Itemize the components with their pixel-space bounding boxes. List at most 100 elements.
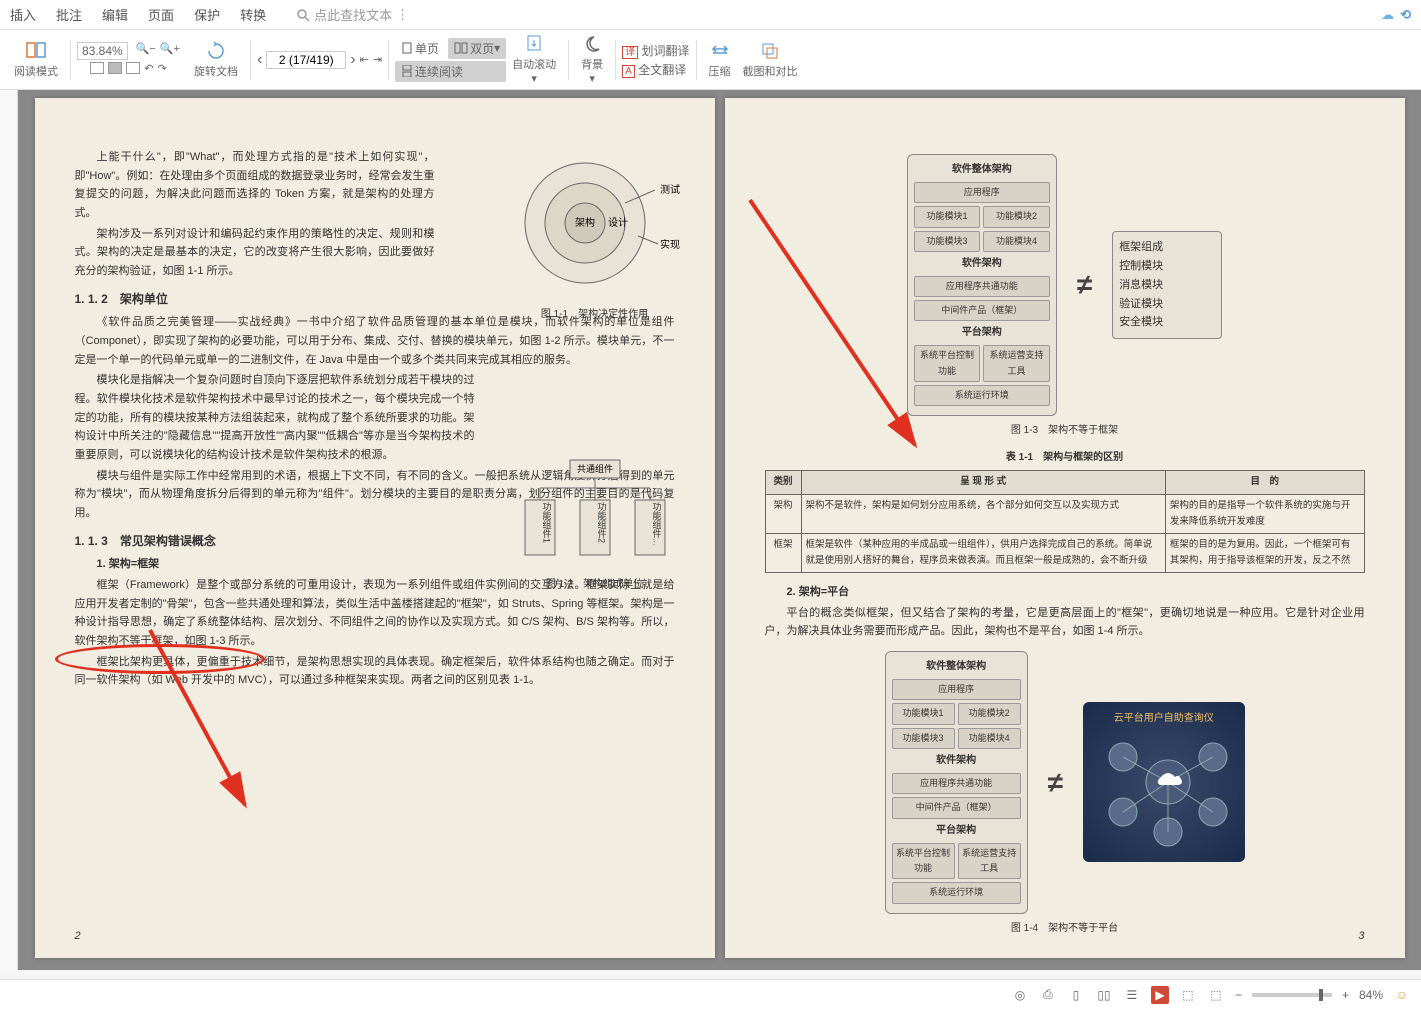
actual-size-icon[interactable] — [126, 62, 140, 74]
view-continuous-icon[interactable]: ☰ — [1123, 986, 1141, 1004]
rotate-label: 旋转文档 — [194, 63, 238, 79]
search-placeholder: 点此查找文本 — [314, 5, 392, 24]
emoji-icon[interactable]: ☺ — [1393, 986, 1411, 1004]
word-translate-button[interactable]: 译 划词翻译 — [622, 42, 689, 59]
page-left: 上能干什么"，即"What"，而处理方式指的是"技术上如何实现"，即"How"。… — [35, 98, 715, 958]
play-icon[interactable]: ▶ — [1151, 986, 1169, 1004]
body-text: 架构涉及一系列对设计和编码起约束作用的策略性的决定、规则和模式。架构的决定是最基… — [75, 225, 435, 281]
prev-page-icon[interactable]: ‹ — [257, 51, 262, 69]
continuous-icon — [401, 65, 413, 77]
double-page-button[interactable]: 双页▾ — [448, 38, 506, 59]
toolbar: 阅读模式 83.84% 🔍− 🔍+ ↶ ↷ 旋转文档 ‹ › ⇤ ⇥ 单页 双页… — [0, 30, 1421, 90]
zoom-in-icon[interactable]: 🔍+ — [160, 42, 180, 60]
share-icon[interactable]: ⟲ — [1400, 7, 1411, 23]
side-panel-strip[interactable] — [0, 90, 18, 970]
rotate-icon — [206, 41, 226, 61]
search-box[interactable]: 点此查找文本 ⋮ — [296, 5, 409, 24]
svg-text:共通组件: 共通组件 — [576, 463, 612, 474]
menu-annotate[interactable]: 批注 — [56, 5, 82, 24]
fit-page-icon[interactable] — [108, 62, 122, 74]
table-1-1: 类别呈 现 形 式目 的 架构架构不是软件，架构是如何划分应用系统，各个部分如何… — [765, 470, 1365, 573]
status-icon[interactable]: ⎙ — [1039, 986, 1057, 1004]
table-title: 表 1-1 架构与框架的区别 — [765, 449, 1365, 466]
fig-caption: 图 1-3 架构不等于框架 — [765, 422, 1365, 439]
zoom-slider[interactable] — [1252, 993, 1332, 997]
zoom-percent[interactable]: 84% — [1359, 988, 1383, 1002]
compress-icon — [710, 41, 730, 61]
document-area[interactable]: 上能干什么"，即"What"，而处理方式指的是"技术上如何实现"，即"How"。… — [0, 90, 1421, 970]
continuous-button[interactable]: 连续阅读 — [395, 61, 506, 82]
fig-caption: 图 1-4 架构不等于平台 — [765, 920, 1365, 937]
svg-text:设计: 设计 — [608, 216, 628, 229]
rotate-left-icon[interactable]: ↶ — [144, 62, 153, 75]
zoom-value[interactable]: 83.84% — [77, 42, 128, 60]
first-page-icon[interactable]: ⇤ — [360, 53, 369, 66]
figure-1-4: 软件整体架构 应用程序 功能模块1功能模块2 功能模块3功能模块4 软件架构 应… — [885, 651, 1245, 913]
continuous-label: 连续阅读 — [415, 63, 463, 80]
fit-width-icon[interactable] — [90, 62, 104, 74]
double-label: 双页 — [470, 40, 494, 57]
rotate-button[interactable]: 旋转文档 — [188, 39, 244, 81]
read-mode-icon — [25, 41, 47, 61]
cloud-platform-diagram: 云平台用户自助查询仪 — [1083, 702, 1244, 862]
body-text: 平台的概念类似框架，但又结合了架构的考量，它是更高层面上的"框架"，更确切地说是… — [765, 604, 1365, 641]
page-number: 2 — [75, 927, 81, 946]
zoom-out-icon[interactable]: − — [1235, 988, 1242, 1002]
body-text: 上能干什么"，即"What"，而处理方式指的是"技术上如何实现"，即"How"。… — [75, 148, 435, 223]
single-label: 单页 — [415, 40, 439, 57]
not-equal-icon: ≠ — [1077, 261, 1092, 309]
fit-icon[interactable]: ⬚ — [1179, 986, 1197, 1004]
menu-convert[interactable]: 转换 — [240, 5, 266, 24]
last-page-icon[interactable]: ⇥ — [373, 53, 382, 66]
menu-bar: 插入 批注 编辑 页面 保护 转换 点此查找文本 ⋮ ☁ ⟲ — [0, 0, 1421, 30]
background-button[interactable]: 背景▾ — [575, 32, 609, 87]
status-icon[interactable]: ◎ — [1011, 986, 1029, 1004]
page-input[interactable] — [266, 51, 346, 69]
single-page-button[interactable]: 单页 — [395, 38, 445, 59]
full-trans-label: 全文翻译 — [638, 63, 686, 77]
full-translate-button[interactable]: A 全文翻译 — [622, 61, 689, 78]
rotate-right-icon[interactable]: ↷ — [157, 62, 166, 75]
menu-insert[interactable]: 插入 — [10, 5, 36, 24]
svg-text:实现: 实现 — [660, 238, 680, 251]
figure-1-3: 软件整体架构 应用程序 功能模块1功能模块2 功能模块3功能模块4 软件架构 应… — [885, 154, 1245, 416]
status-bar: ◎ ⎙ ▯ ▯▯ ☰ ▶ ⬚ ⬚ − + 84% ☺ — [0, 979, 1421, 1009]
crop-compare-button[interactable]: 截图和对比 — [737, 39, 804, 81]
compress-button[interactable]: 压缩 — [703, 39, 737, 81]
view-double-icon[interactable]: ▯▯ — [1095, 986, 1113, 1004]
page-number: 3 — [1358, 927, 1364, 946]
autoscroll-icon — [524, 34, 544, 54]
cloud-icon[interactable]: ☁ — [1381, 7, 1394, 23]
zoom-group: 83.84% 🔍− 🔍+ ↶ ↷ — [77, 42, 180, 77]
figure-1-1: 架构 设计 实现 测试 图 1-1 架构决定性作用 — [505, 148, 685, 323]
page-nav: ‹ › ⇤ ⇥ — [257, 51, 382, 69]
menu-page[interactable]: 页面 — [148, 5, 174, 24]
autoscroll-label: 自动滚动 — [512, 56, 556, 72]
word-trans-label: 划词翻译 — [642, 44, 690, 58]
crop-label: 截图和对比 — [743, 63, 798, 79]
svg-text:架构: 架构 — [575, 216, 595, 229]
menu-protect[interactable]: 保护 — [194, 5, 220, 24]
search-icon — [296, 8, 310, 22]
read-mode-label: 阅读模式 — [14, 63, 58, 79]
translate-icon: 译 — [622, 46, 638, 59]
next-page-icon[interactable]: › — [350, 51, 355, 69]
zoom-out-icon[interactable]: 🔍− — [136, 42, 156, 60]
background-label: 背景 — [581, 56, 603, 72]
translate-icon: A — [622, 65, 635, 78]
crop-icon — [760, 41, 780, 61]
fig-caption: 图 1-1 架构决定性作用 — [505, 306, 685, 323]
zoom-in-icon[interactable]: + — [1342, 988, 1349, 1002]
autoscroll-button[interactable]: 自动滚动▾ — [506, 32, 562, 87]
moon-icon — [582, 34, 602, 54]
double-page-icon — [454, 42, 468, 54]
not-equal-icon: ≠ — [1048, 759, 1063, 807]
menu-edit[interactable]: 编辑 — [102, 5, 128, 24]
subheading-2: 2. 架构=平台 — [787, 583, 1365, 602]
body-text: 模块化是指解决一个复杂问题时自顶向下逐层把软件系统划分成若干模块的过程。软件模块… — [75, 371, 475, 464]
read-mode-button[interactable]: 阅读模式 — [8, 39, 64, 81]
view-single-icon[interactable]: ▯ — [1067, 986, 1085, 1004]
page-right: 软件整体架构 应用程序 功能模块1功能模块2 功能模块3功能模块4 软件架构 应… — [725, 98, 1405, 958]
fit-icon[interactable]: ⬚ — [1207, 986, 1225, 1004]
body-text: 框架比架构更具体，更偏重于技术细节，是架构思想实现的具体表现。确定框架后，软件体… — [75, 653, 675, 690]
